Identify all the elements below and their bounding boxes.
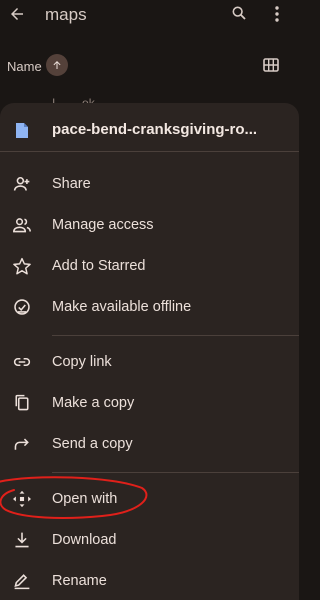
search-icon[interactable] — [231, 5, 247, 21]
edit-icon — [12, 572, 32, 590]
app-bar: maps — [0, 0, 299, 32]
file-header: pace-bend-cranksgiving-ro... — [0, 112, 299, 148]
send-a-copy-item[interactable]: Send a copy — [0, 425, 299, 463]
grid-view-icon[interactable] — [263, 58, 279, 72]
item-label: Open with — [52, 491, 118, 507]
item-label: Send a copy — [52, 436, 133, 452]
link-icon — [12, 353, 32, 371]
item-label: Manage access — [52, 217, 154, 233]
item-label: Share — [52, 176, 91, 192]
doc-file-icon — [15, 122, 29, 139]
download-item[interactable]: Download — [0, 521, 299, 559]
move-arrows-icon — [12, 490, 32, 508]
item-label: Download — [52, 532, 117, 548]
make-a-copy-item[interactable]: Make a copy — [0, 384, 299, 422]
file-name: pace-bend-cranksgiving-ro... — [52, 121, 258, 138]
sort-direction-button[interactable] — [46, 54, 68, 76]
item-label: Rename — [52, 573, 107, 589]
person-add-icon — [12, 175, 32, 193]
people-icon — [12, 216, 32, 234]
divider — [0, 151, 299, 152]
add-to-starred-item[interactable]: Add to Starred — [0, 247, 299, 285]
forward-icon — [12, 435, 32, 453]
download-icon — [12, 531, 32, 549]
arrow-up-icon — [51, 59, 63, 71]
file-actions-sheet: pace-bend-cranksgiving-ro... Share Manag… — [0, 103, 299, 600]
copy-icon — [12, 394, 32, 412]
item-label: Make a copy — [52, 395, 135, 411]
copy-link-item[interactable]: Copy link — [0, 343, 299, 381]
star-outline-icon — [12, 257, 32, 275]
item-label: Add to Starred — [52, 258, 146, 274]
item-label: Copy link — [52, 354, 112, 370]
folder-title: maps — [45, 5, 87, 24]
sort-bar: Name — [0, 50, 299, 84]
sort-label[interactable]: Name — [7, 59, 42, 74]
more-vert-icon[interactable] — [270, 5, 284, 23]
make-available-offline-item[interactable]: Make available offline — [0, 288, 299, 326]
offline-check-icon — [12, 298, 32, 316]
divider — [52, 335, 299, 336]
share-item[interactable]: Share — [0, 165, 299, 203]
manage-access-item[interactable]: Manage access — [0, 206, 299, 244]
rename-item[interactable]: Rename — [0, 562, 299, 600]
item-label: Make available offline — [52, 299, 192, 315]
divider — [52, 472, 299, 473]
back-arrow-icon[interactable] — [8, 5, 26, 23]
open-with-item[interactable]: Open with — [0, 480, 299, 518]
